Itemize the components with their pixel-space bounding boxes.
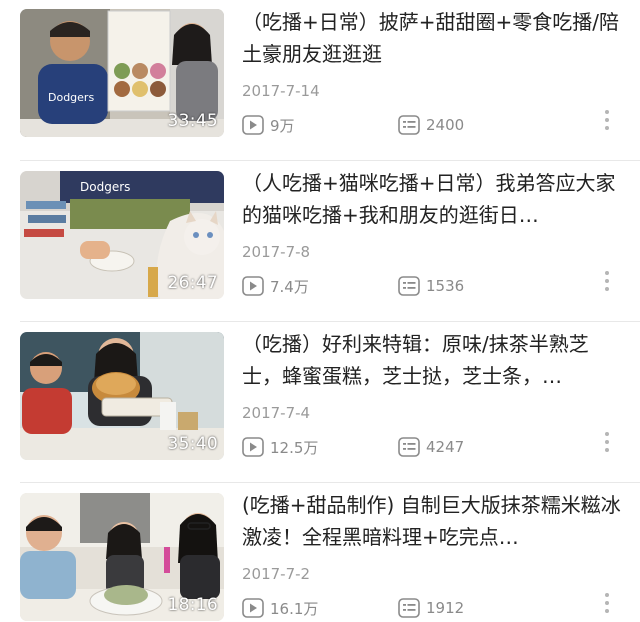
play-icon	[242, 115, 264, 135]
video-duration: 26:47	[167, 273, 218, 293]
more-vertical-icon	[605, 271, 609, 275]
video-item[interactable]: Dodgers 26:47 （人吃播+猫咪吃播+日常）我弟答应大家的猫咪吃播+我…	[0, 161, 640, 322]
video-date: 2017-7-4	[242, 404, 311, 422]
view-count: 12.5万	[242, 435, 318, 459]
play-icon	[242, 276, 264, 296]
view-count: 9万	[242, 113, 295, 137]
more-options-button[interactable]	[600, 591, 614, 615]
video-title[interactable]: （吃播）好利来特辑：原味/抹茶半熟芝士，蜂蜜蛋糕，芝士挞，芝士条，…	[242, 328, 622, 392]
more-options-button[interactable]	[600, 108, 614, 132]
comment-count-value: 4247	[426, 438, 465, 456]
video-duration: 33:45	[167, 111, 218, 131]
comment-count-value: 2400	[426, 116, 465, 134]
comment-count-value: 1912	[426, 599, 465, 617]
view-count-value: 16.1万	[270, 599, 319, 618]
view-count: 16.1万	[242, 596, 318, 620]
view-count-value: 12.5万	[270, 438, 319, 457]
comment-count: 1912	[398, 596, 464, 620]
video-item[interactable]: 35:40 （吃播）好利来特辑：原味/抹茶半熟芝士，蜂蜜蛋糕，芝士挞，芝士条，……	[0, 322, 640, 483]
video-item[interactable]: 18:16 (吃播+甜品制作) 自制巨大版抹茶糯米糍冰激凌！全程黑暗料理+吃完点…	[0, 483, 640, 622]
video-thumbnail[interactable]: 18:16	[20, 493, 224, 621]
more-vertical-icon	[605, 110, 609, 114]
video-title[interactable]: （人吃播+猫咪吃播+日常）我弟答应大家的猫咪吃播+我和朋友的逛街日…	[242, 167, 622, 231]
comment-count-value: 1536	[426, 277, 465, 295]
video-item[interactable]: Dodgers 33:45 （吃播+日常）披萨+甜甜圈+零食吃播/陪土豪朋友逛逛…	[0, 0, 640, 161]
svg-text:Dodgers: Dodgers	[48, 91, 94, 104]
video-date: 2017-7-14	[242, 82, 320, 100]
svg-text:Dodgers: Dodgers	[80, 180, 130, 194]
comment-count: 1536	[398, 274, 464, 298]
comment-icon	[398, 598, 420, 618]
video-thumbnail[interactable]: Dodgers 26:47	[20, 171, 224, 299]
play-icon	[242, 598, 264, 618]
more-vertical-icon	[605, 432, 609, 436]
video-duration: 18:16	[167, 595, 218, 615]
more-options-button[interactable]	[600, 269, 614, 293]
video-title[interactable]: (吃播+甜品制作) 自制巨大版抹茶糯米糍冰激凌！全程黑暗料理+吃完点…	[242, 489, 622, 553]
video-stats: 9万 2400	[242, 113, 622, 137]
comment-icon	[398, 276, 420, 296]
video-date: 2017-7-2	[242, 565, 311, 583]
video-stats: 16.1万 1912	[242, 596, 622, 620]
view-count: 7.4万	[242, 274, 309, 298]
view-count-value: 9万	[270, 116, 295, 135]
video-thumbnail[interactable]: Dodgers 33:45	[20, 9, 224, 137]
play-icon	[242, 437, 264, 457]
comment-icon	[398, 437, 420, 457]
more-vertical-icon	[605, 593, 609, 597]
video-list: Dodgers 33:45 （吃播+日常）披萨+甜甜圈+零食吃播/陪土豪朋友逛逛…	[0, 0, 640, 622]
view-count-value: 7.4万	[270, 277, 309, 296]
video-title[interactable]: （吃播+日常）披萨+甜甜圈+零食吃播/陪土豪朋友逛逛逛	[242, 6, 622, 70]
comment-icon	[398, 115, 420, 135]
comment-count: 4247	[398, 435, 464, 459]
video-stats: 12.5万 4247	[242, 435, 622, 459]
more-options-button[interactable]	[600, 430, 614, 454]
video-stats: 7.4万 1536	[242, 274, 622, 298]
video-thumbnail[interactable]: 35:40	[20, 332, 224, 460]
video-duration: 35:40	[167, 434, 218, 454]
video-date: 2017-7-8	[242, 243, 311, 261]
comment-count: 2400	[398, 113, 464, 137]
